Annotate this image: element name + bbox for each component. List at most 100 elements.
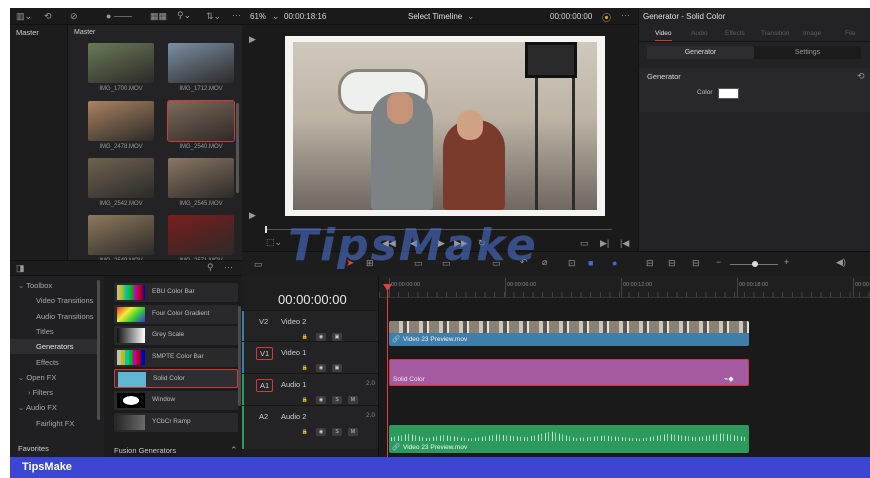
position-lock-icon[interactable]: ⊡ xyxy=(568,259,576,268)
toolbox-item-toolbox[interactable]: ⌄ Toolbox xyxy=(10,278,100,293)
generator-smpte-color-bar[interactable]: SMPTE Color Bar xyxy=(114,347,238,367)
generator-ycbcr-ramp[interactable]: YCbCr Ramp xyxy=(114,412,238,432)
solo-icon[interactable]: S xyxy=(332,428,342,436)
subtab-generator[interactable]: Generator xyxy=(647,46,754,59)
track-id[interactable]: A1 xyxy=(256,379,274,392)
track-header-v2[interactable]: V2 Video 2 🔒 ◉ ▣ xyxy=(242,310,378,341)
layout-icon[interactable]: ▥⌄ xyxy=(16,12,32,21)
timeline-zoom-knob[interactable] xyxy=(752,261,758,267)
chevron-down-icon[interactable]: ⌄ xyxy=(18,281,26,290)
zoom-full-icon[interactable]: ⊟ xyxy=(646,259,654,268)
track-header-a1[interactable]: A1 Audio 1 2.0 🔒 ◉ S M xyxy=(242,373,378,405)
zoom-in-icon[interactable]: + xyxy=(784,258,789,267)
clip-thumbnail[interactable] xyxy=(167,100,235,142)
video-toggle-icon[interactable]: ▣ xyxy=(332,364,342,372)
clip-thumbnail[interactable] xyxy=(88,158,154,198)
clip-thumbnail[interactable] xyxy=(168,215,234,255)
generator-four-color-gradient[interactable]: Four Color Gradient xyxy=(114,304,238,324)
toolbox-item-video-transitions[interactable]: Video Transitions xyxy=(10,293,100,308)
generator-window[interactable]: Window xyxy=(114,391,238,410)
playhead-marker[interactable] xyxy=(265,226,267,233)
speaker-icon[interactable]: ◉ xyxy=(316,428,326,436)
toolbox-item-filters[interactable]: › Filters xyxy=(10,385,100,400)
next-clip-icon[interactable]: ▶| xyxy=(600,239,609,248)
speaker-icon[interactable]: ◉ xyxy=(316,396,326,404)
subtab-settings[interactable]: Settings xyxy=(754,46,861,59)
chevron-down-icon[interactable]: ⌄ xyxy=(18,403,26,412)
scrollbar[interactable] xyxy=(236,103,239,193)
last-clip-icon[interactable]: |◀ xyxy=(620,239,629,248)
generator-solid-color[interactable]: Solid Color xyxy=(114,369,238,389)
video-toggle-icon[interactable]: ▣ xyxy=(332,333,342,341)
clip-thumbnail[interactable] xyxy=(88,101,154,141)
clip-thumbnail[interactable] xyxy=(88,43,154,83)
track-header-v1[interactable]: V1 Video 1 🔒 ◉ ▣ xyxy=(242,341,378,373)
mute-icon[interactable]: M xyxy=(348,396,358,404)
toolbox-item-audio-transitions[interactable]: Audio Transitions xyxy=(10,309,100,324)
playhead[interactable] xyxy=(387,286,388,457)
generator-ebu-color-bar[interactable]: EBU Color Bar xyxy=(114,283,238,302)
flag-icon[interactable]: ■ xyxy=(588,258,593,268)
chevron-down-icon[interactable]: ⌄ xyxy=(272,12,280,21)
tab-file[interactable]: File xyxy=(845,30,855,37)
generator-scrollbar[interactable] xyxy=(238,306,241,406)
play-icon[interactable]: ▶ xyxy=(249,211,256,220)
chevron-down-icon[interactable]: ⌄ xyxy=(467,12,475,21)
track-name[interactable]: Audio 2 xyxy=(281,412,306,421)
mute-icon[interactable]: M xyxy=(348,428,358,436)
track-name[interactable]: Audio 1 xyxy=(281,380,306,389)
toolbox-item-generators[interactable]: Generators xyxy=(10,339,100,355)
match-frame-icon[interactable]: ▭ xyxy=(580,239,589,248)
keyframe-icon[interactable]: ⌁◆ xyxy=(724,375,734,383)
lock-icon[interactable]: 🔒 xyxy=(300,333,310,341)
speed-icon[interactable]: ⦿ xyxy=(602,11,611,24)
timeline-selector[interactable]: Select Timeline xyxy=(408,12,462,21)
fusion-generators-header[interactable]: Fusion Generators xyxy=(114,446,176,455)
crop-icon[interactable]: ⬚⌄ xyxy=(266,238,282,247)
toolbox-scrollbar[interactable] xyxy=(97,280,100,420)
track-name[interactable]: Video 2 xyxy=(281,317,306,326)
track-id[interactable]: V2 xyxy=(256,316,271,327)
clip-thumbnail[interactable] xyxy=(168,43,234,83)
zoom-custom-icon[interactable]: ⊟ xyxy=(692,259,700,268)
link-icon[interactable]: ⊘ xyxy=(70,12,78,21)
track-id[interactable]: A2 xyxy=(256,411,271,422)
toolbox-item-audio-fx[interactable]: ⌄ Audio FX xyxy=(10,400,100,415)
color-swatch[interactable] xyxy=(718,88,739,99)
clip-thumbnail[interactable] xyxy=(88,215,154,255)
chevron-up-icon[interactable]: ⌃ xyxy=(230,446,238,455)
clip-solid-color[interactable]: Solid Color ⌁◆ xyxy=(389,359,749,386)
toolbox-item-titles[interactable]: Titles xyxy=(10,324,100,339)
play-icon[interactable]: ▶ xyxy=(249,35,256,44)
tab-audio[interactable]: Audio xyxy=(691,30,708,37)
toolbox-item-open-fx[interactable]: ⌄ Open FX xyxy=(10,370,100,385)
more-icon[interactable]: ··· xyxy=(232,11,241,20)
volume-icon[interactable]: ◀) xyxy=(836,258,846,267)
tab-image[interactable]: Image xyxy=(803,30,821,37)
auto-select-icon[interactable]: ◉ xyxy=(316,333,326,341)
sort-icon[interactable]: ⇅⌄ xyxy=(206,12,221,21)
panel-toggle-icon[interactable]: ◨ xyxy=(16,264,25,273)
lock-icon[interactable]: 🔒 xyxy=(300,428,310,436)
more-icon[interactable]: ··· xyxy=(621,11,630,20)
generator-grey-scale[interactable]: Grey Scale xyxy=(114,326,238,346)
tab-transition[interactable]: Transition xyxy=(761,30,789,37)
favorites-header[interactable]: Favorites xyxy=(18,444,49,453)
toolbox-item-effects[interactable]: Effects xyxy=(10,355,100,370)
timeline-ruler[interactable]: 00:00:00:00 00:00:06:00 00:00:12:00 00:00:1… xyxy=(379,276,870,298)
grid-view-icon[interactable]: ▦▦ xyxy=(150,12,167,21)
clip-audio-2[interactable]: 🔗 Video 23 Preview.mov xyxy=(389,425,749,453)
track-header-a2[interactable]: A2 Audio 2 2.0 🔒 ◉ S M xyxy=(242,405,378,449)
search-icon[interactable]: ⚲⌄ xyxy=(177,11,191,20)
tab-effects[interactable]: Effects xyxy=(725,30,745,37)
toolbox-item-fairlight-fx[interactable]: Fairlight FX xyxy=(10,416,100,431)
track-id[interactable]: V1 xyxy=(256,347,274,360)
auto-select-icon[interactable]: ◉ xyxy=(316,364,326,372)
reset-icon[interactable]: ⟲ xyxy=(857,72,865,81)
solo-icon[interactable]: S xyxy=(332,396,342,404)
lock-icon[interactable]: 🔒 xyxy=(300,364,310,372)
zoom-slider[interactable] xyxy=(114,16,132,17)
more-icon[interactable]: ··· xyxy=(224,263,233,272)
marker-icon[interactable]: ● xyxy=(612,258,617,268)
timeline-view-icon[interactable]: ▭ xyxy=(254,260,263,269)
